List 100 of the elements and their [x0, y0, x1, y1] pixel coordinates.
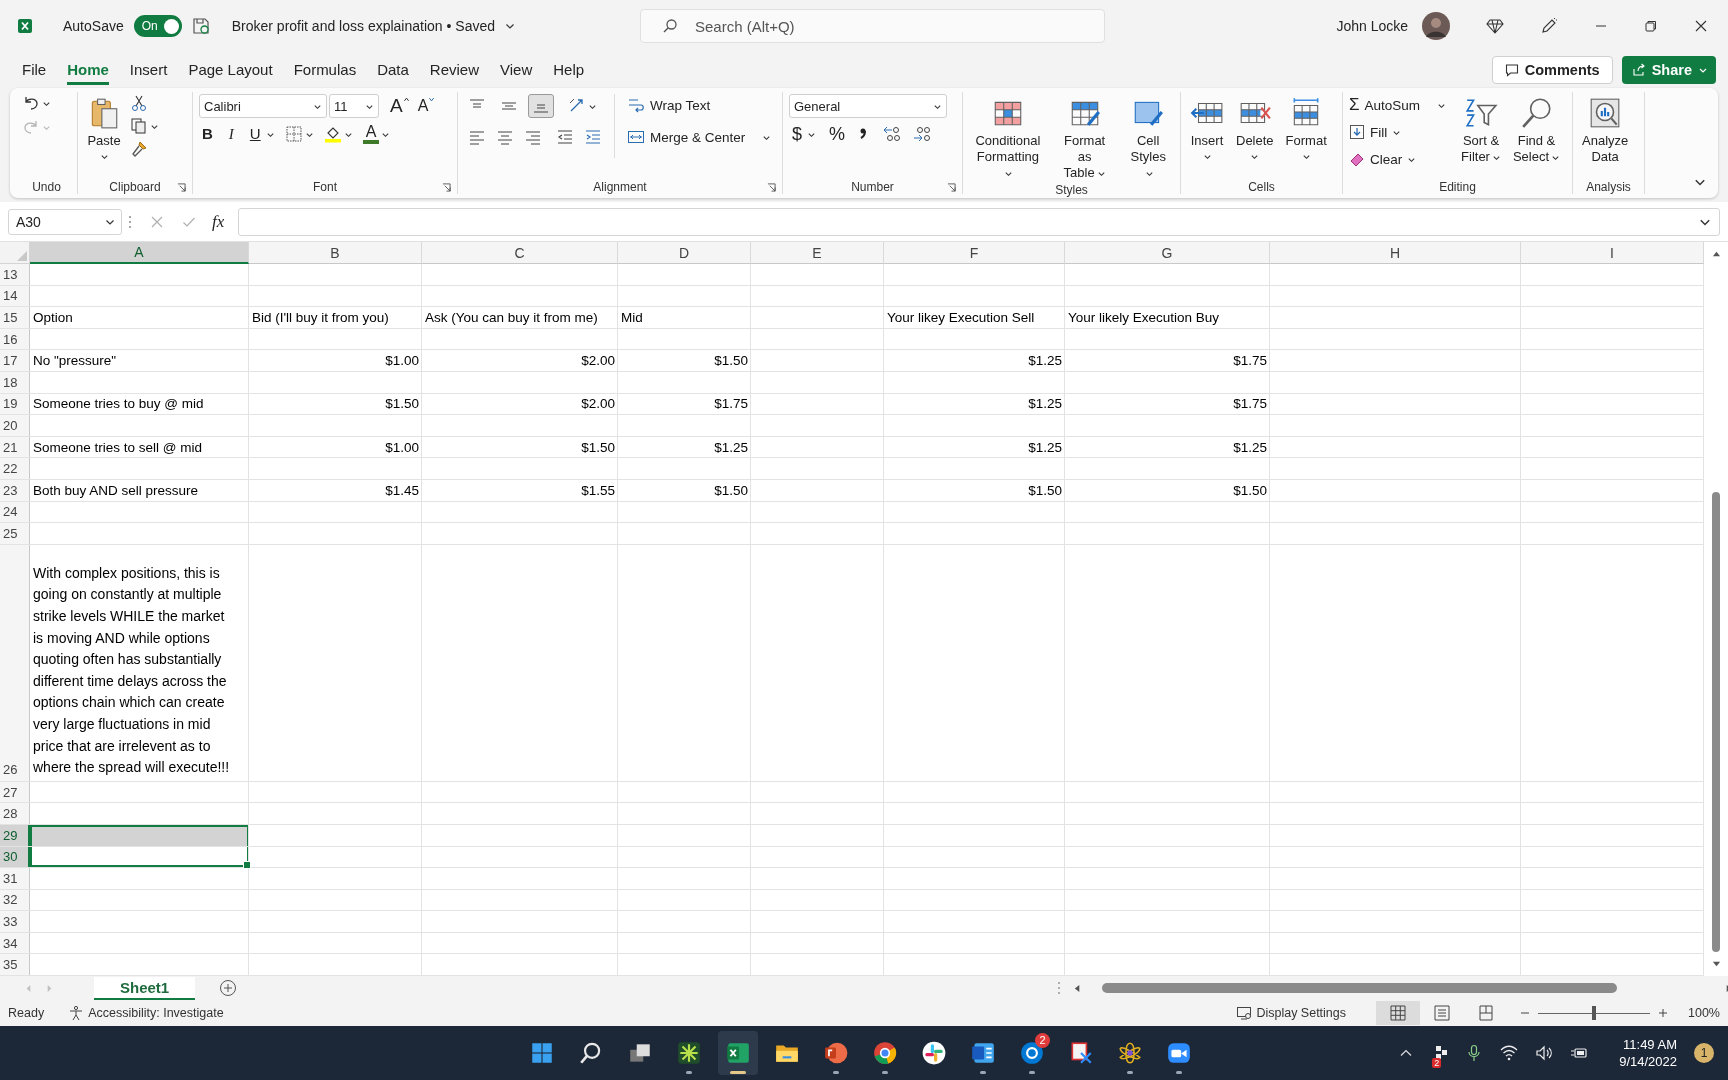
- insert-button[interactable]: Insert: [1187, 94, 1227, 163]
- row-header[interactable]: 33: [0, 911, 30, 932]
- speaker-icon[interactable]: [1535, 1044, 1554, 1062]
- grow-font-button[interactable]: A: [387, 96, 413, 116]
- cell-styles-button[interactable]: Cell Styles: [1122, 94, 1174, 183]
- align-right-icon[interactable]: [524, 128, 542, 146]
- row-header[interactable]: 32: [0, 889, 30, 911]
- row-header[interactable]: 28: [0, 803, 30, 824]
- decrease-decimal-icon[interactable]: [912, 124, 933, 144]
- row-header[interactable]: 20: [0, 415, 30, 436]
- row-header[interactable]: 34: [0, 932, 30, 954]
- row-header[interactable]: 27: [0, 781, 30, 803]
- row-header[interactable]: 18: [0, 371, 30, 393]
- format-button[interactable]: Format: [1282, 94, 1330, 163]
- undo-icon[interactable]: [22, 94, 40, 112]
- column-header[interactable]: B: [249, 242, 422, 264]
- column-header[interactable]: H: [1270, 242, 1521, 264]
- starburst-app-icon[interactable]: [676, 1040, 702, 1066]
- restore-icon[interactable]: [1644, 19, 1658, 33]
- pen-icon[interactable]: [1540, 17, 1558, 35]
- spreadsheet-app-icon[interactable]: [725, 1040, 751, 1066]
- insert-function-button[interactable]: fx: [212, 211, 225, 232]
- menu-tab[interactable]: Home: [67, 55, 109, 85]
- column-header[interactable]: F: [884, 242, 1065, 264]
- taskbar-button[interactable]: 2: [1012, 1031, 1052, 1075]
- row-header[interactable]: 13: [0, 264, 30, 285]
- presentation-app-icon[interactable]: [823, 1040, 849, 1066]
- sort-filter-button[interactable]: Sort & Filter: [1458, 94, 1504, 167]
- clock-date[interactable]: 9/14/2022: [1619, 1054, 1677, 1069]
- row-header[interactable]: 14: [0, 285, 30, 307]
- column-header[interactable]: D: [618, 242, 751, 264]
- font-size-dropdown[interactable]: 11: [329, 94, 379, 118]
- increase-indent-icon[interactable]: [584, 128, 602, 146]
- menu-tab[interactable]: Review: [429, 55, 479, 85]
- menu-tab[interactable]: Help: [553, 55, 585, 85]
- row-header[interactable]: 29: [0, 824, 30, 846]
- menu-tab[interactable]: Page Layout: [188, 55, 273, 85]
- column-header[interactable]: G: [1065, 242, 1270, 264]
- increase-decimal-icon[interactable]: [882, 124, 903, 144]
- search-field[interactable]: Search (Alt+Q): [640, 9, 1105, 43]
- row-header[interactable]: 35: [0, 954, 30, 976]
- row-header[interactable]: 19: [0, 393, 30, 415]
- wifi-icon[interactable]: [1500, 1044, 1519, 1062]
- browser-icon[interactable]: [872, 1040, 898, 1066]
- scissors-icon[interactable]: [130, 94, 148, 112]
- add-sheet-icon[interactable]: [219, 979, 238, 997]
- scroll-up-icon[interactable]: [1711, 250, 1721, 259]
- user-name[interactable]: John Locke: [1336, 18, 1408, 34]
- merge-center-button[interactable]: Merge & Center: [627, 126, 772, 148]
- column-header[interactable]: E: [751, 242, 884, 264]
- percent-button[interactable]: %: [826, 124, 849, 144]
- menu-tab[interactable]: File: [22, 55, 47, 85]
- row-header[interactable]: 30: [0, 846, 30, 868]
- fill-color-icon[interactable]: [323, 125, 342, 143]
- selected-cell[interactable]: [30, 846, 249, 868]
- menu-tab[interactable]: Formulas: [293, 55, 357, 85]
- copy-icon[interactable]: [130, 117, 148, 135]
- bold-button[interactable]: B: [199, 124, 216, 144]
- underline-button[interactable]: U: [246, 124, 264, 144]
- find-select-button[interactable]: Find & Select: [1509, 94, 1564, 167]
- delete-button[interactable]: Delete: [1233, 94, 1277, 163]
- font-color-button[interactable]: A: [362, 124, 380, 144]
- formula-input[interactable]: [238, 207, 1720, 236]
- align-center-icon[interactable]: [496, 128, 514, 146]
- comments-button[interactable]: Comments: [1491, 56, 1613, 84]
- conditional-formatting-button[interactable]: Conditional Formatting: [969, 94, 1047, 183]
- document-title[interactable]: Broker profit and loss explaination • Saved: [231, 18, 495, 34]
- menu-tab[interactable]: View: [500, 55, 533, 85]
- diamond-icon[interactable]: [1486, 17, 1504, 35]
- align-left-icon[interactable]: [468, 128, 486, 146]
- format-as-table-button[interactable]: Format as Table: [1052, 94, 1117, 183]
- sheet-tab[interactable]: Sheet1: [94, 976, 196, 1000]
- column-header[interactable]: I: [1521, 242, 1704, 264]
- row-header[interactable]: 15: [0, 307, 30, 328]
- accessibility-status[interactable]: Accessibility: Investigate: [88, 1006, 224, 1020]
- paste-button[interactable]: Paste: [84, 94, 124, 163]
- display-settings-button[interactable]: Display Settings: [1256, 1006, 1346, 1020]
- scroll-thumb[interactable]: [1102, 983, 1618, 993]
- avatar[interactable]: [1422, 12, 1450, 40]
- accessibility-icon[interactable]: [68, 1005, 85, 1021]
- fill-handle[interactable]: [243, 861, 251, 870]
- column-header[interactable]: C: [422, 242, 618, 264]
- launcher-icon[interactable]: [767, 183, 776, 192]
- row-header[interactable]: 31: [0, 868, 30, 889]
- zoom-level[interactable]: 100%: [1688, 1006, 1720, 1020]
- name-box[interactable]: A30: [8, 208, 122, 235]
- video-call-icon[interactable]: [1166, 1040, 1192, 1066]
- column-header[interactable]: A: [30, 242, 249, 264]
- row-header[interactable]: 17: [0, 350, 30, 371]
- row-header[interactable]: 25: [0, 523, 30, 544]
- autosave-toggle[interactable]: On: [133, 15, 182, 37]
- analyze-data-button[interactable]: Analyze Data: [1579, 94, 1632, 167]
- row-header[interactable]: 23: [0, 479, 30, 501]
- row-header[interactable]: 24: [0, 501, 30, 523]
- orbit-app-icon[interactable]: [1117, 1040, 1143, 1066]
- wrap-text-button[interactable]: Wrap Text: [627, 94, 772, 116]
- clear-button[interactable]: Clear: [1349, 148, 1447, 170]
- currency-button[interactable]: $: [789, 124, 805, 144]
- launcher-icon[interactable]: [947, 183, 956, 192]
- row-header[interactable]: 26: [0, 544, 30, 781]
